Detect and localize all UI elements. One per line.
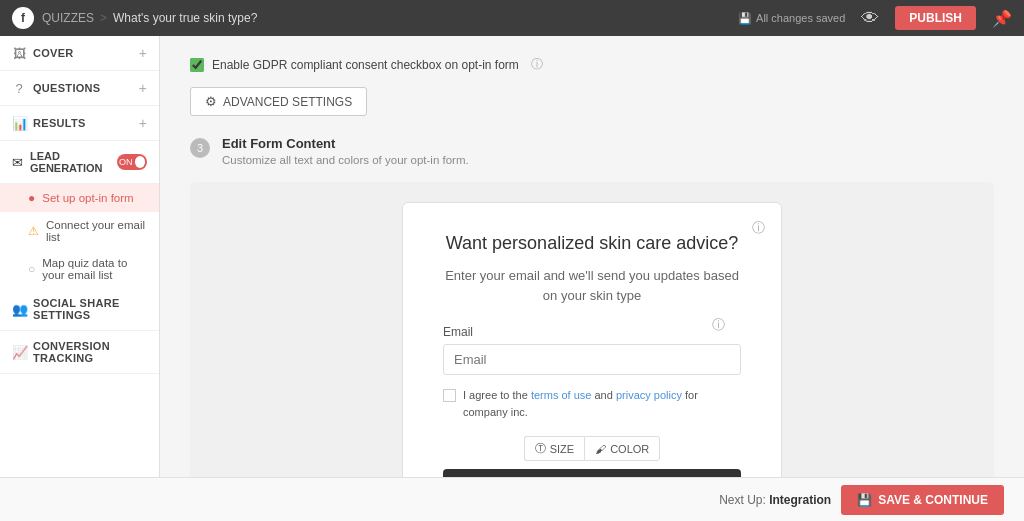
toggle-knob — [135, 156, 146, 168]
sidebar-sub-item-optin[interactable]: ● Set up opt-in form — [0, 184, 159, 212]
bottom-bar: Next Up: Integration 💾 SAVE & CONTINUE — [0, 477, 1024, 521]
subtitle-info-icon[interactable]: ⓘ — [712, 316, 725, 334]
breadcrumb: QUIZZES > What's your true skin type? — [42, 11, 257, 25]
add-cover-icon[interactable]: + — [139, 45, 147, 61]
privacy-link[interactable]: privacy policy — [616, 389, 682, 401]
see-results-button[interactable]: See My Results — [443, 469, 741, 477]
map-icon: ○ — [28, 262, 35, 276]
lead-gen-label: LEAD GENERATION — [30, 150, 117, 174]
add-results-icon[interactable]: + — [139, 115, 147, 131]
title-info-icon[interactable]: ⓘ — [752, 219, 765, 237]
preview-button[interactable]: 👁 — [853, 4, 887, 33]
saved-status: 💾 All changes saved — [738, 12, 845, 25]
pin-icon: 📌 — [992, 9, 1012, 28]
preview-card-title: Want personalized skin care advice? — [443, 233, 741, 254]
next-up-link: Integration — [769, 493, 831, 507]
step-number: 3 — [190, 138, 210, 158]
optin-label: Set up opt-in form — [42, 192, 133, 204]
gdpr-row: Enable GDPR compliant consent checkbox o… — [190, 56, 994, 73]
map-label: Map quiz data to your email list — [42, 257, 147, 281]
email-list-label: Connect your email list — [46, 219, 147, 243]
edit-form-section: 3 Edit Form Content Customize all text a… — [190, 136, 994, 166]
preview-card-subtitle: Enter your email and we'll send you upda… — [443, 266, 741, 305]
sidebar-sub-item-map[interactable]: ○ Map quiz data to your email list — [0, 250, 159, 288]
breadcrumb-sep: > — [100, 11, 107, 25]
color-icon: 🖌 — [595, 443, 606, 455]
button-tools: Ⓣ SIZE 🖌 COLOR — [443, 436, 741, 461]
results-label: RESULTS — [33, 117, 86, 129]
app-logo: f — [12, 7, 34, 29]
section-title: Edit Form Content — [222, 136, 469, 151]
save-continue-button[interactable]: 💾 SAVE & CONTINUE — [841, 485, 1004, 515]
lead-gen-icon: ✉ — [12, 155, 23, 170]
email-field-label: Email — [443, 325, 741, 339]
preview-card: ⓘ Want personalized skin care advice? En… — [402, 202, 782, 477]
next-up-text: Next Up: Integration — [719, 493, 831, 507]
size-button[interactable]: Ⓣ SIZE — [524, 436, 584, 461]
publish-button[interactable]: PUBLISH — [895, 6, 976, 30]
breadcrumb-current: What's your true skin type? — [113, 11, 257, 25]
gdpr-info-icon[interactable]: ⓘ — [531, 56, 543, 73]
social-label: SOCIAL SHARE SETTINGS — [33, 297, 147, 321]
conversion-label: CONVERSION TRACKING — [33, 340, 147, 364]
questions-label: QUESTIONS — [33, 82, 101, 94]
terms-link[interactable]: terms of use — [531, 389, 592, 401]
content-area: Enable GDPR compliant consent checkbox o… — [160, 36, 1024, 477]
color-button[interactable]: 🖌 COLOR — [584, 436, 660, 461]
cover-label: COVER — [33, 47, 74, 59]
social-icon: 👥 — [12, 302, 26, 317]
lead-gen-header[interactable]: ✉ LEAD GENERATION ON — [0, 141, 159, 184]
toggle-text: ON — [119, 157, 133, 167]
sidebar-sub-item-email[interactable]: ⚠ Connect your email list — [0, 212, 159, 250]
sidebar-item-social[interactable]: 👥 SOCIAL SHARE SETTINGS — [0, 288, 159, 331]
gdpr-checkbox[interactable] — [190, 58, 204, 72]
size-icon: Ⓣ — [535, 441, 546, 456]
save-icon: 💾 — [738, 12, 752, 25]
results-icon: 📊 — [12, 116, 26, 131]
advanced-settings-button[interactable]: ⚙ ADVANCED SETTINGS — [190, 87, 367, 116]
breadcrumb-quizzes[interactable]: QUIZZES — [42, 11, 94, 25]
consent-text: I agree to the terms of use and privacy … — [463, 387, 741, 420]
sidebar-item-cover[interactable]: 🖼 COVER + — [0, 36, 159, 71]
optin-icon: ● — [28, 191, 35, 205]
warning-icon: ⚠ — [28, 224, 39, 238]
sidebar-item-results[interactable]: 📊 RESULTS + — [0, 106, 159, 141]
conversion-icon: 📈 — [12, 345, 26, 360]
consent-row: I agree to the terms of use and privacy … — [443, 387, 741, 420]
sidebar-item-questions[interactable]: ? QUESTIONS + — [0, 71, 159, 106]
consent-checkbox[interactable] — [443, 389, 456, 402]
top-nav: f QUIZZES > What's your true skin type? … — [0, 0, 1024, 36]
save-icon-btn: 💾 — [857, 493, 872, 507]
lead-gen-toggle[interactable]: ON — [117, 154, 147, 170]
sidebar: 🖼 COVER + ? QUESTIONS + 📊 RESULTS + ✉ LE… — [0, 36, 160, 477]
gear-icon: ⚙ — [205, 94, 217, 109]
sidebar-item-conversion[interactable]: 📈 CONVERSION TRACKING — [0, 331, 159, 374]
questions-icon: ? — [12, 81, 26, 96]
gdpr-label: Enable GDPR compliant consent checkbox o… — [212, 58, 519, 72]
add-questions-icon[interactable]: + — [139, 80, 147, 96]
section-desc: Customize all text and colors of your op… — [222, 154, 469, 166]
main-layout: 🖼 COVER + ? QUESTIONS + 📊 RESULTS + ✉ LE… — [0, 36, 1024, 477]
cover-icon: 🖼 — [12, 46, 26, 61]
email-input[interactable] — [443, 344, 741, 375]
